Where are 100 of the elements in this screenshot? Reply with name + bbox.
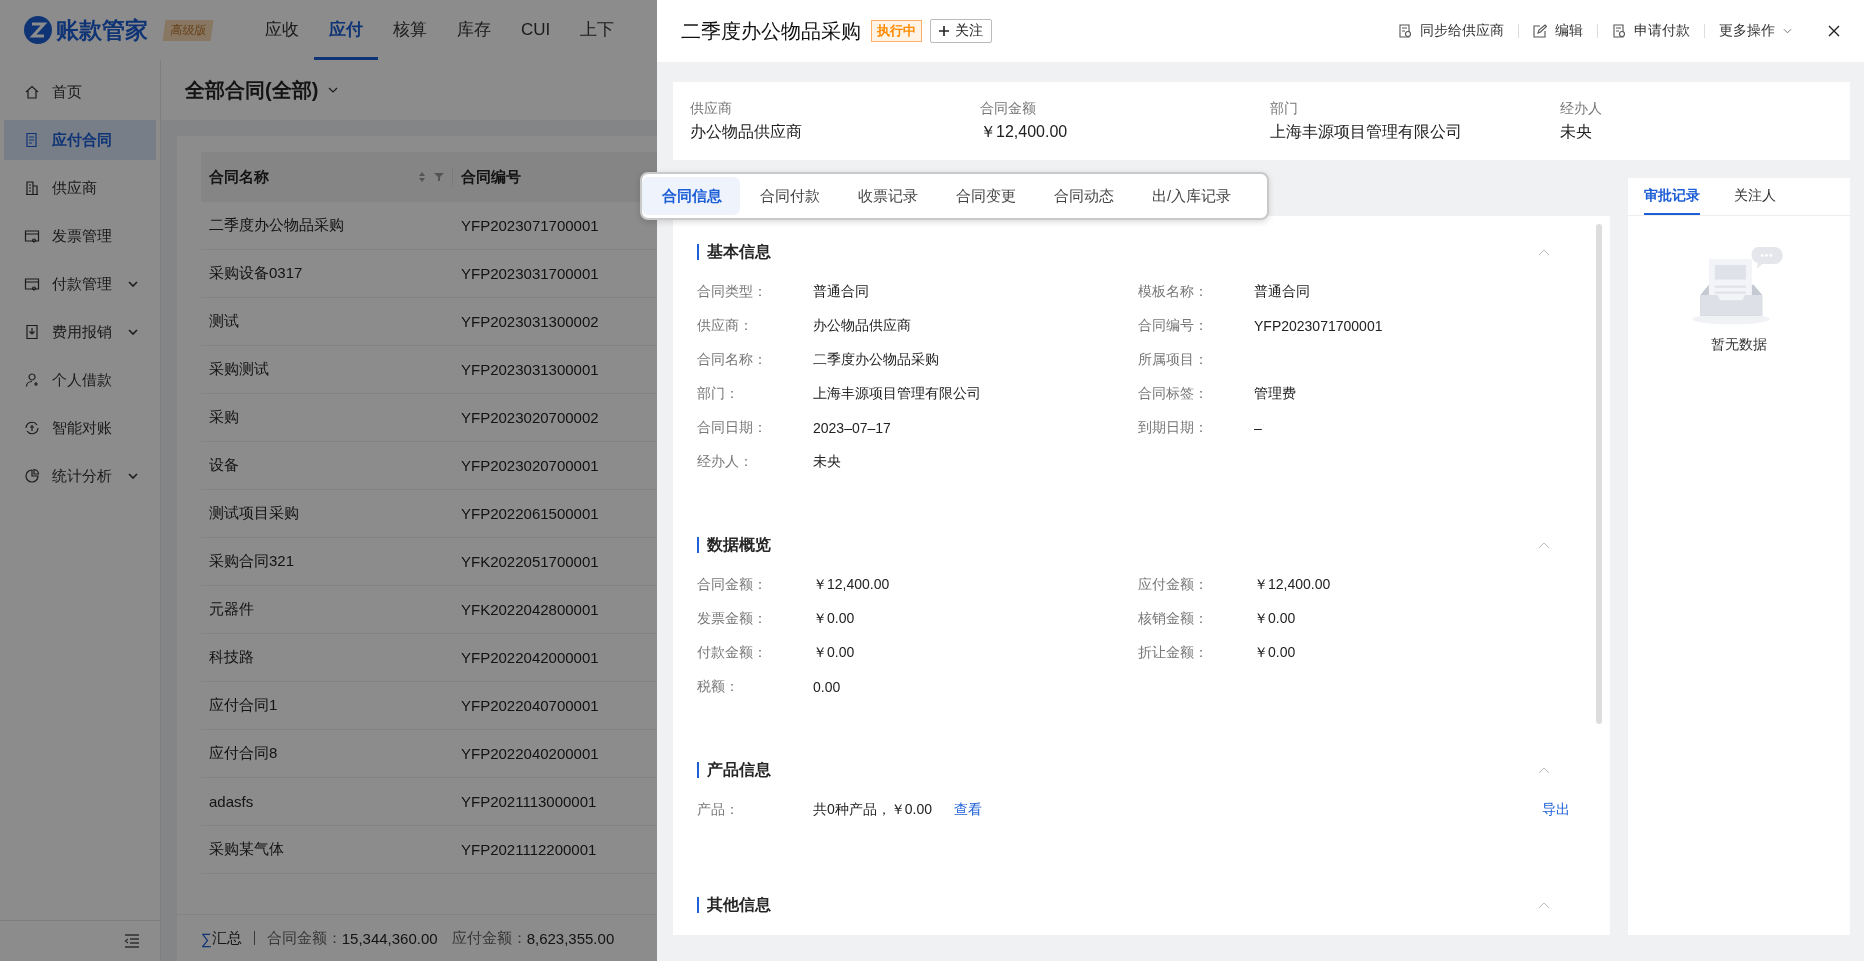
- field-label: 合同金额：: [697, 576, 768, 594]
- field-value: ￥12,400.00: [1254, 576, 1331, 594]
- field-value: 上海丰源项目管理有限公司: [1270, 121, 1463, 142]
- document-icon: [24, 228, 40, 244]
- panel-tab[interactable]: 审批记录: [1644, 187, 1700, 215]
- nav-tab[interactable]: CUI: [506, 0, 566, 60]
- field-value: 普通合同: [1254, 283, 1310, 301]
- table-cell-text: YFP2022042000001: [460, 649, 600, 666]
- table-cell-text: adasfs: [208, 793, 255, 810]
- field-value: 未央: [1560, 121, 1593, 142]
- field-label: 模板名称：: [1138, 283, 1209, 301]
- nav-tab[interactable]: 核算: [378, 0, 442, 60]
- plus-icon: [939, 26, 949, 36]
- field-label: 应付金额：: [1138, 576, 1209, 594]
- table-cell-text: YFK2022042800001: [460, 601, 600, 618]
- field-label: 合同标签：: [1138, 385, 1209, 403]
- filter-icon[interactable]: [434, 172, 444, 182]
- collapse-icon[interactable]: [1538, 541, 1550, 549]
- table-cell-text: YFP2023031700001: [460, 265, 600, 282]
- table-cell-text: 采购: [208, 408, 240, 427]
- follow-button[interactable]: 关注: [930, 19, 992, 43]
- tab[interactable]: 收票记录: [838, 177, 936, 215]
- action-button[interactable]: 同步给供应商: [1398, 22, 1504, 40]
- pie-chart-icon: [24, 468, 40, 484]
- app-name: 账款管家: [56, 15, 148, 45]
- summary-label: 合同金额：: [266, 928, 342, 948]
- field-value: ￥0.00: [1254, 610, 1296, 628]
- field-label: 部门: [1270, 99, 1299, 118]
- field-label: 经办人: [1560, 99, 1603, 118]
- table-cell-text: YFP2022040200001: [460, 745, 600, 762]
- sidebar-item[interactable]: 个人借款: [4, 360, 156, 400]
- section-title: 产品信息: [697, 762, 771, 778]
- nav-tab[interactable]: 上下: [565, 0, 630, 60]
- field-value: 办公物品供应商: [813, 317, 911, 335]
- collapse-icon[interactable]: [1538, 766, 1550, 774]
- sidebar-item[interactable]: 费用报销: [4, 312, 156, 352]
- collapse-menu-icon[interactable]: [124, 934, 140, 948]
- sidebar-item[interactable]: 首页: [4, 72, 156, 112]
- chevron-down-icon[interactable]: [328, 87, 339, 93]
- field-label: 所属项目：: [1138, 351, 1209, 369]
- tab[interactable]: 合同变更: [936, 177, 1034, 215]
- close-icon[interactable]: [1828, 25, 1840, 37]
- building-icon: [24, 180, 40, 196]
- document-icon: [1612, 24, 1626, 38]
- nav-tab[interactable]: 库存: [442, 0, 506, 60]
- table-cell-text: 设备: [208, 456, 240, 475]
- table-cell-text: YFP2023031300001: [460, 361, 600, 378]
- summary-value: 8,623,355.00: [526, 929, 615, 947]
- view-link[interactable]: 查看: [954, 801, 983, 819]
- column-header[interactable]: 合同名称: [201, 167, 453, 187]
- sidebar-item[interactable]: 发票管理: [4, 216, 156, 256]
- field-value: 2023–07–17: [813, 420, 891, 436]
- sidebar-item[interactable]: 统计分析: [4, 456, 156, 496]
- sidebar-item[interactable]: 供应商: [4, 168, 156, 208]
- panel-tab[interactable]: 关注人: [1734, 187, 1776, 215]
- export-link[interactable]: 导出: [1542, 801, 1570, 819]
- field-label: 到期日期：: [1138, 419, 1209, 437]
- sidebar-item[interactable]: 付款管理: [4, 264, 156, 304]
- table-cell-text: 元器件: [208, 600, 255, 619]
- field-label: 产品：: [697, 801, 740, 819]
- sidebar-item[interactable]: 智能对账: [4, 408, 156, 448]
- tab[interactable]: 合同信息: [642, 177, 740, 215]
- field-value: ￥0.00: [813, 610, 855, 628]
- field-value: 上海丰源项目管理有限公司: [813, 385, 981, 403]
- column-header[interactable]: 合同编号: [453, 167, 643, 187]
- logo-icon: [24, 16, 52, 44]
- action-button[interactable]: 编辑: [1533, 22, 1583, 40]
- field-label: 部门：: [697, 385, 740, 403]
- drawer-title: 二季度办公物品采购: [681, 18, 861, 44]
- field-value: –: [1254, 420, 1262, 436]
- edit-icon: [1533, 24, 1547, 38]
- tab[interactable]: 合同动态: [1034, 177, 1132, 215]
- field-label: 合同名称：: [697, 351, 768, 369]
- field-label: 折让金额：: [1138, 644, 1209, 662]
- table-cell-text: 应付合同8: [208, 744, 279, 763]
- tab[interactable]: 合同付款: [740, 177, 838, 215]
- table-cell-text: YFP2023031300002: [460, 313, 600, 330]
- action-button[interactable]: 申请付款: [1612, 22, 1690, 40]
- field-value: ￥0.00: [1254, 644, 1296, 662]
- field-value: 共0种产品，￥0.00: [813, 801, 933, 819]
- table-cell-text: 测试项目采购: [208, 504, 300, 523]
- table-cell-text: 应付合同1: [208, 696, 279, 715]
- table-cell-text: 测试: [208, 312, 240, 331]
- chevron-down-icon: [1783, 28, 1792, 34]
- field-value: 办公物品供应商: [690, 121, 803, 142]
- nav-tab[interactable]: 应收: [250, 0, 314, 60]
- tab[interactable]: 出/入库记录: [1132, 177, 1250, 215]
- field-label: 合同金额: [980, 99, 1037, 118]
- page-title[interactable]: 全部合同(全部): [185, 76, 319, 104]
- sidebar-item[interactable]: 应付合同: [4, 120, 156, 160]
- table-cell-text: YFP2022040700001: [460, 697, 600, 714]
- status-tag: 执行中: [871, 20, 922, 42]
- table-cell-text: YFP2023020700001: [460, 457, 600, 474]
- field-value: YFP2023071700001: [1254, 318, 1383, 334]
- home-icon: [24, 84, 40, 100]
- collapse-icon[interactable]: [1538, 248, 1550, 256]
- collapse-icon[interactable]: [1538, 901, 1550, 909]
- sort-icon[interactable]: [418, 171, 426, 183]
- table-cell-text: YFP2023020700002: [460, 409, 600, 426]
- more-actions-button[interactable]: 更多操作: [1719, 22, 1792, 40]
